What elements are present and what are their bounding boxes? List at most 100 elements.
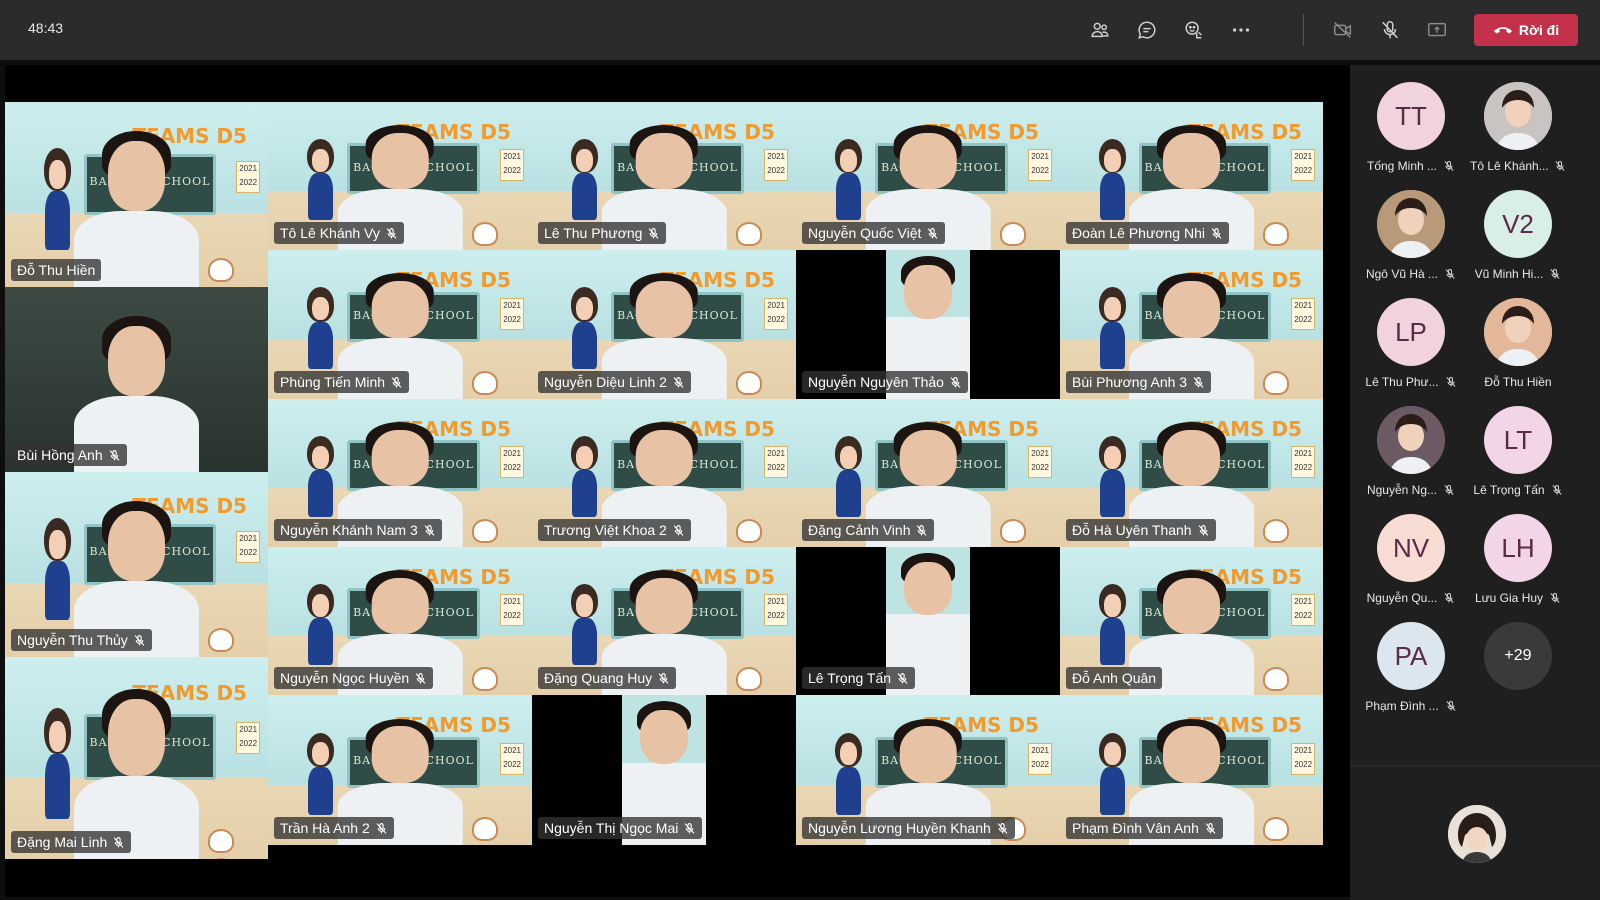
video-tile[interactable]: TEAMS D5BACK TO SCHOOL2021 2022Tô Lê Khá… [268, 102, 532, 250]
dog-cartoon [205, 828, 257, 859]
share-screen-icon[interactable] [1423, 16, 1451, 44]
year-sticker: 2021 2022 [1291, 149, 1316, 182]
video-tile[interactable]: TEAMS D5BACK TO SCHOOL2021 2022Đoàn Lê P… [1060, 102, 1323, 250]
dog-cartoon [1260, 371, 1312, 396]
roster-participant[interactable]: PA Phạm Đình ... [1357, 602, 1465, 713]
roster-divider [1350, 765, 1600, 766]
roster-participant[interactable]: V2 Vũ Minh Hi... [1464, 170, 1572, 281]
toolbar-divider [1303, 14, 1304, 46]
video-tile[interactable]: TEAMS D5BACK TO SCHOOL2021 2022Đỗ Anh Qu… [1060, 547, 1323, 695]
leave-button[interactable]: Rời đi [1474, 14, 1578, 46]
participant-name: Nguyễn Khánh Nam 3 [280, 522, 418, 538]
video-tile[interactable]: TEAMS D5BACK TO SCHOOL2021 2022Đỗ Thu Hi… [5, 102, 268, 287]
self-view-avatar[interactable] [1448, 805, 1506, 863]
mic-off-icon [915, 524, 928, 537]
participant-grid: TEAMS D5BACK TO SCHOOL2021 2022Đỗ Thu Hi… [5, 102, 1350, 859]
year-sticker: 2021 2022 [764, 594, 789, 627]
roster-participant[interactable]: Đỗ Thu Hiền [1464, 278, 1572, 389]
dog-cartoon [1260, 817, 1312, 841]
video-tile[interactable]: TEAMS D5BACK TO SCHOOL2021 2022Nguyễn Qu… [796, 102, 1060, 250]
video-tile[interactable]: TEAMS D5BACK TO SCHOOL2021 2022Lê Thu Ph… [532, 102, 796, 250]
participant-name-label: Nguyễn Quốc Việt [802, 222, 946, 244]
video-tile[interactable]: Lê Trọng Tấn [796, 547, 1060, 695]
video-tile[interactable]: TEAMS D5BACK TO SCHOOL2021 2022Đặng Mai … [5, 657, 268, 859]
participant-name-label: Nguyễn Nguyên Thảo [802, 371, 968, 393]
video-tile[interactable]: TEAMS D5BACK TO SCHOOL2021 2022Trương Vi… [532, 399, 796, 547]
year-sticker: 2021 2022 [1028, 149, 1053, 182]
mic-off-icon [657, 672, 670, 685]
participant-avatar: PA [1377, 622, 1445, 690]
mic-off-icon [1445, 700, 1457, 712]
participant-name: Đỗ Thu Hiền [17, 262, 96, 278]
video-tile[interactable]: TEAMS D5BACK TO SCHOOL2021 2022Nguyễn Th… [5, 472, 268, 657]
video-tile[interactable]: Nguyễn Thị Ngọc Mai [532, 695, 796, 845]
year-sticker: 2021 2022 [764, 297, 789, 330]
dog-cartoon [469, 667, 521, 692]
participant-avatar [1484, 298, 1552, 366]
participant-name-label: Tô Lê Khánh Vy [274, 222, 404, 244]
roster-participant[interactable]: LH Lưu Gia Huy [1464, 494, 1572, 605]
roster-participant[interactable]: LP Lê Thu Phư... [1357, 278, 1465, 389]
avatar-initials: LT [1503, 424, 1533, 455]
participant-name-label: Nguyễn Diệu Linh 2 [538, 371, 691, 393]
people-icon[interactable] [1086, 16, 1114, 44]
chat-icon[interactable] [1133, 16, 1161, 44]
video-tile[interactable]: TEAMS D5BACK TO SCHOOL2021 2022Đặng Cảnh… [796, 399, 1060, 547]
participant-name: Đặng Mai Linh [17, 834, 108, 850]
video-tile[interactable]: TEAMS D5BACK TO SCHOOL2021 2022Bùi Phươn… [1060, 250, 1323, 399]
roster-participant[interactable]: Tô Lê Khánh... [1464, 62, 1572, 173]
year-sticker: 2021 2022 [236, 721, 261, 754]
participant-name-label: Đỗ Anh Quân [1066, 667, 1163, 689]
participant-name: Nguyễn Diệu Linh 2 [544, 374, 667, 390]
video-tile[interactable]: TEAMS D5BACK TO SCHOOL2021 2022Trần Hà A… [268, 695, 532, 845]
reactions-icon[interactable] [1180, 16, 1208, 44]
participant-name-label: Phạm Đình Vân Anh [1066, 817, 1223, 839]
video-tile[interactable]: TEAMS D5BACK TO SCHOOL2021 2022Phùng Tiế… [268, 250, 532, 399]
video-tile[interactable]: Bùi Hồng Anh [5, 287, 268, 472]
year-sticker: 2021 2022 [1291, 446, 1316, 479]
participant-name-label: Đặng Quang Huy [538, 667, 677, 689]
camera-off-icon[interactable] [1329, 16, 1357, 44]
avatar-initials: PA [1394, 640, 1428, 671]
video-tile[interactable]: TEAMS D5BACK TO SCHOOL2021 2022Nguyễn Di… [532, 250, 796, 399]
dog-cartoon [469, 222, 521, 247]
year-sticker: 2021 2022 [764, 149, 789, 182]
meeting-toolbar: 48:43 Rời đi [0, 0, 1600, 60]
year-sticker: 2021 2022 [1028, 743, 1053, 775]
video-tile[interactable]: TEAMS D5BACK TO SCHOOL2021 2022Nguyễn Ng… [268, 547, 532, 695]
roster-participant[interactable]: Ngô Vũ Hà ... [1357, 170, 1465, 281]
participant-name: Nguyễn Thu Thủy [17, 632, 128, 648]
mic-off-icon [423, 524, 436, 537]
more-options-icon[interactable] [1227, 16, 1255, 44]
dog-cartoon [469, 817, 521, 841]
year-sticker: 2021 2022 [500, 149, 525, 182]
mic-off-icon[interactable] [1376, 16, 1404, 44]
participant-name-label: Lê Trọng Tấn [802, 667, 916, 689]
participant-name-label: Đoàn Lê Phương Nhi [1066, 222, 1229, 244]
year-sticker: 2021 2022 [236, 161, 261, 194]
mic-off-icon [133, 634, 146, 647]
video-tile[interactable]: Nguyễn Nguyên Thảo [796, 250, 1060, 399]
participant-avatar: LH [1484, 514, 1552, 582]
roster-participant[interactable]: Nguyễn Ng... [1357, 386, 1465, 497]
participant-name: Nguyễn Thị Ngọc Mai [544, 820, 679, 836]
roster-participant[interactable]: NV Nguyễn Qu... [1357, 494, 1465, 605]
roster-participant[interactable]: TT Tống Minh ... [1357, 62, 1465, 173]
dog-cartoon [733, 667, 785, 692]
video-tile[interactable]: TEAMS D5BACK TO SCHOOL2021 2022Nguyễn Kh… [268, 399, 532, 547]
participant-name: Đặng Cảnh Vinh [808, 522, 911, 538]
mic-off-icon [414, 672, 427, 685]
dog-cartoon [733, 222, 785, 247]
participant-name: Đỗ Hà Uyên Thanh [1072, 522, 1192, 538]
participant-name-label: Đặng Mai Linh [11, 831, 132, 853]
video-tile[interactable]: TEAMS D5BACK TO SCHOOL2021 2022Phạm Đình… [1060, 695, 1323, 845]
video-tile[interactable]: TEAMS D5BACK TO SCHOOL2021 2022Nguyễn Lư… [796, 695, 1060, 845]
video-tile[interactable]: TEAMS D5BACK TO SCHOOL2021 2022Đỗ Hà Uyê… [1060, 399, 1323, 547]
roster-participant[interactable]: LT Lê Trọng Tấn [1464, 386, 1572, 497]
more-participants-button[interactable]: +29 [1484, 622, 1552, 690]
leave-button-label: Rời đi [1518, 22, 1560, 38]
dog-cartoon [469, 371, 521, 396]
mic-off-icon [390, 376, 403, 389]
video-tile[interactable]: TEAMS D5BACK TO SCHOOL2021 2022Đặng Quan… [532, 547, 796, 695]
participant-name: Phùng Tiến Minh [280, 374, 386, 390]
